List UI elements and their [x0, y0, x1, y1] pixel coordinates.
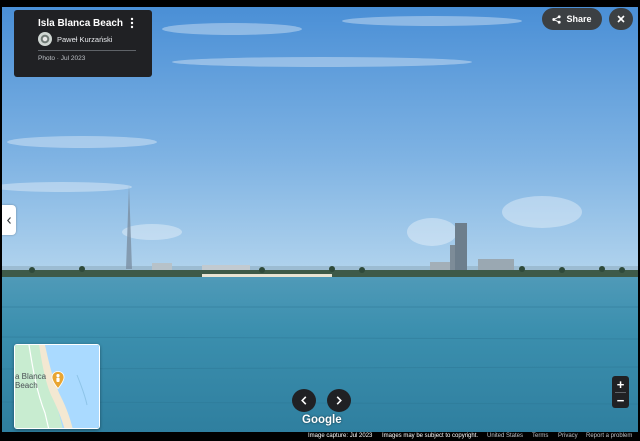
zoom-control: + −	[612, 376, 629, 408]
more-options-button[interactable]	[125, 16, 139, 30]
next-button[interactable]	[327, 389, 351, 412]
copyright-notice: Images may be subject to copyright.	[382, 433, 479, 439]
country-link[interactable]: United States	[487, 433, 523, 439]
google-logo: Google	[302, 414, 342, 426]
minimap[interactable]: a Blanca Beach	[14, 344, 100, 429]
terms-link[interactable]: Terms	[532, 433, 548, 439]
place-info-card: Isla Blanca Beach Paweł Kurzański Photo …	[14, 10, 152, 77]
previous-button[interactable]	[292, 389, 316, 412]
photo-date: Photo · Jul 2023	[38, 55, 86, 62]
privacy-link[interactable]: Privacy	[558, 433, 578, 439]
zoom-out-button[interactable]: −	[612, 392, 629, 408]
share-label: Share	[566, 14, 592, 24]
chevron-right-icon	[336, 396, 342, 405]
street-view-viewer[interactable]: Isla Blanca Beach Paweł Kurzański Photo …	[0, 0, 640, 441]
more-vert-icon	[130, 17, 134, 29]
chevron-left-icon	[7, 216, 11, 224]
report-problem-link[interactable]: Report a problem	[586, 433, 632, 439]
share-icon	[552, 14, 562, 24]
collapse-panel-button[interactable]	[2, 205, 16, 235]
chevron-left-icon	[301, 396, 307, 405]
image-capture-date: Image capture: Jul 2023	[308, 433, 373, 439]
close-button[interactable]	[609, 8, 633, 30]
card-divider	[38, 50, 136, 51]
minimap-label: a Blanca Beach	[15, 372, 47, 390]
close-icon	[617, 15, 625, 23]
footer-bar: Image capture: Jul 2023 Images may be su…	[0, 432, 640, 441]
zoom-in-button[interactable]: +	[612, 376, 629, 392]
share-button[interactable]: Share	[542, 8, 602, 30]
pegman-icon	[51, 371, 65, 389]
avatar	[38, 32, 52, 46]
author-name[interactable]: Paweł Kurzański	[57, 35, 112, 44]
author-row[interactable]: Paweł Kurzański	[38, 32, 112, 46]
place-title: Isla Blanca Beach	[38, 18, 124, 29]
